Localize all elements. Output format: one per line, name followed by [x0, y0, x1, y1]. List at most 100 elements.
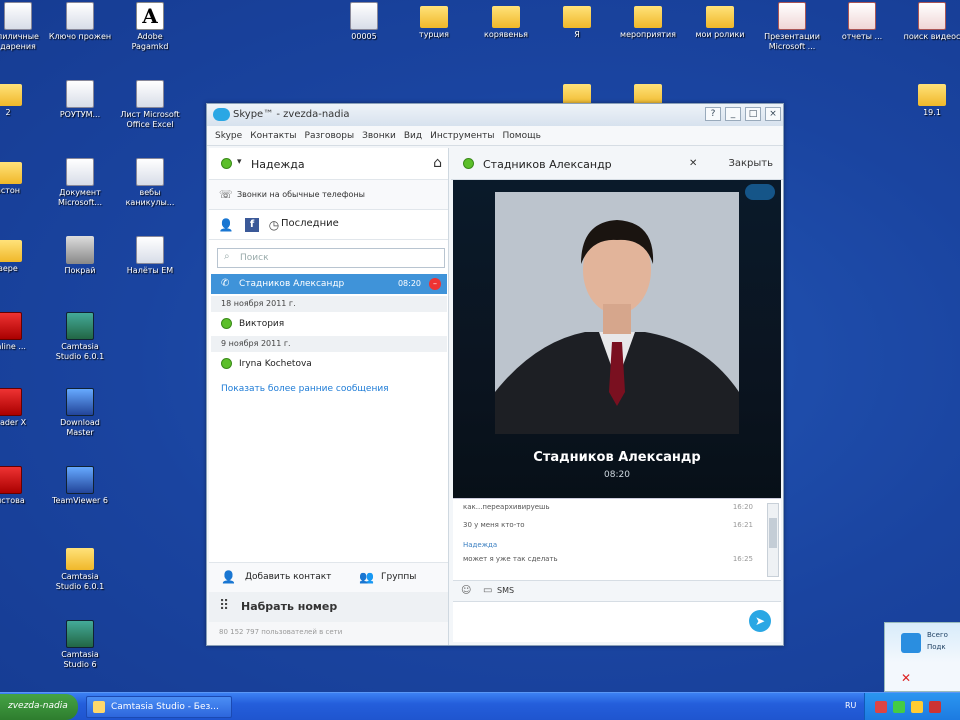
- camtasia-icon: [66, 620, 94, 648]
- search-input[interactable]: ⌕ Поиск: [217, 248, 445, 268]
- online-status-icon[interactable]: [221, 158, 232, 169]
- profile-bar[interactable]: ▾ Надежда ⌂: [209, 148, 448, 180]
- folder-icon: [0, 240, 22, 262]
- help-icon[interactable]: ?: [705, 107, 721, 121]
- desktop-icon-17[interactable]: астон: [0, 158, 40, 196]
- contacts-tab-icon[interactable]: 👤: [217, 216, 235, 234]
- scrollbar-thumb[interactable]: [769, 518, 777, 548]
- document-icon: [66, 2, 94, 30]
- skype-logo-icon: [745, 184, 775, 200]
- document-icon: [4, 2, 32, 30]
- skype-window: Skype™ - zvezda-nadia ? _ □ × Skype Конта…: [206, 103, 784, 646]
- desktop-icon-18[interactable]: Документ Microsoft...: [48, 158, 112, 208]
- chat-scrollbar[interactable]: [767, 503, 779, 577]
- facebook-tab-icon[interactable]: f: [245, 218, 259, 232]
- pdf-reader-icon: [0, 388, 22, 416]
- document-icon: [136, 236, 164, 264]
- document-icon: [66, 80, 94, 108]
- tray-icon[interactable]: [875, 701, 887, 713]
- tray-icon[interactable]: [929, 701, 941, 713]
- desktop-icon-29[interactable]: Camtasia Studio 6.0.1: [48, 544, 112, 592]
- desktop-icon-15[interactable]: Лист Microsoft Office Excel: [118, 80, 182, 130]
- desktop-icon-26[interactable]: Download Master: [48, 388, 112, 438]
- dial-number-label: Набрать номер: [241, 600, 338, 613]
- desktop-icon-4[interactable]: 00005: [332, 2, 396, 42]
- document-icon: [136, 158, 164, 186]
- desktop-icon-22[interactable]: Налёты ЕМ: [118, 236, 182, 276]
- conversation-item[interactable]: Iryna Kochetova: [211, 354, 447, 374]
- desktop-icon-10[interactable]: Презентации Microsoft ...: [760, 2, 824, 52]
- desktop-icon-24[interactable]: Camtasia Studio 6.0.1: [48, 312, 112, 362]
- menu-skype[interactable]: Skype: [215, 126, 242, 146]
- desktop-icon-23[interactable]: Online ...: [0, 312, 40, 352]
- desktop-icon-27[interactable]: алстова: [0, 466, 40, 506]
- menu-tools[interactable]: Инструменты: [430, 126, 494, 146]
- conversation-item[interactable]: Виктория: [211, 314, 447, 334]
- desktop-icon-20[interactable]: вере: [0, 236, 40, 274]
- teamviewer-notification[interactable]: Всего Подк ✕: [884, 622, 960, 692]
- chevron-down-icon[interactable]: ▾: [237, 157, 242, 167]
- groups-button[interactable]: Группы: [381, 572, 416, 582]
- desktop-icon-7[interactable]: Я: [545, 2, 609, 40]
- taskbar-item-camtasia[interactable]: Camtasia Studio - Без...: [86, 696, 232, 718]
- online-status-icon: [463, 158, 474, 169]
- home-icon[interactable]: ⌂: [433, 155, 442, 171]
- menu-conversations[interactable]: Разговоры: [305, 126, 355, 146]
- contacts-pane: ▾ Надежда ⌂ ☏ Звонки на обычные телефоны…: [209, 148, 449, 645]
- close-window-button[interactable]: ×: [765, 107, 781, 121]
- menu-contacts[interactable]: Контакты: [250, 126, 296, 146]
- desktop-icon-19[interactable]: вебы каникулы...: [118, 158, 182, 208]
- minimize-button[interactable]: _: [725, 107, 741, 121]
- menu-help[interactable]: Помощь: [503, 126, 541, 146]
- desktop-icon-1[interactable]: пиличные дарения: [0, 2, 50, 52]
- maximize-button[interactable]: □: [745, 107, 761, 121]
- desktop-icon-12[interactable]: поиск видеос: [900, 2, 960, 42]
- document-icon: [350, 2, 378, 30]
- tab-recent[interactable]: Последние: [281, 218, 339, 229]
- profile-name: Надежда: [251, 158, 305, 171]
- desktop-icon-13[interactable]: 2: [0, 80, 40, 118]
- show-earlier-messages-link[interactable]: Показать более ранние сообщения: [221, 384, 389, 394]
- desktop-icon-21[interactable]: Покрай: [48, 236, 112, 276]
- skype-logo-icon: [213, 108, 230, 121]
- desktop-icon-16[interactable]: 19.1: [900, 80, 960, 118]
- dial-number-button[interactable]: ⠿ Набрать номер: [209, 592, 448, 622]
- chat-author: Надежда: [463, 541, 498, 549]
- tray-icon[interactable]: [893, 701, 905, 713]
- pdf-icon: [0, 466, 22, 494]
- send-icon[interactable]: ➤: [749, 610, 771, 632]
- sms-icon: ▭: [483, 585, 493, 596]
- start-button[interactable]: zvezda-nadia: [0, 694, 78, 720]
- close-icon[interactable]: ✕: [901, 671, 911, 685]
- tray-icon[interactable]: [911, 701, 923, 713]
- window-titlebar[interactable]: Skype™ - zvezda-nadia ? _ □ ×: [207, 104, 783, 126]
- message-input[interactable]: ➤: [453, 602, 781, 642]
- desktop-icon-25[interactable]: Reader X: [0, 388, 40, 428]
- conversation-contact-name[interactable]: Стадников Александр: [483, 158, 612, 171]
- desktop-icon-30[interactable]: Camtasia Studio 6: [48, 620, 112, 670]
- sms-button[interactable]: SMS: [497, 586, 514, 595]
- conversation-pane: Стадников Александр ✕ Закрыть Стадников …: [451, 148, 783, 645]
- desktop-icon-8[interactable]: мероприятия: [616, 2, 680, 40]
- desktop-icon-2[interactable]: Ключо прожен: [48, 2, 112, 42]
- desktop-icon-6[interactable]: корявенья: [474, 2, 538, 40]
- add-contact-button[interactable]: Добавить контакт: [245, 572, 331, 582]
- menu-calls[interactable]: Звонки: [362, 126, 396, 146]
- desktop-icon-5[interactable]: турция: [402, 2, 466, 40]
- presentation-icon: [778, 2, 806, 30]
- dialpad-icon: ⠿: [219, 598, 229, 614]
- desktop-icon-11[interactable]: отчеты ...: [830, 2, 894, 42]
- emoticon-icon[interactable]: ☺: [461, 585, 471, 596]
- desktop-icon-9[interactable]: мои ролики: [688, 2, 752, 40]
- call-phones-button[interactable]: ☏ Звонки на обычные телефоны: [209, 180, 448, 210]
- notification-header: [885, 623, 960, 663]
- menu-view[interactable]: Вид: [404, 126, 422, 146]
- close-conversation-button[interactable]: Закрыть: [728, 158, 773, 169]
- close-icon[interactable]: ✕: [689, 158, 697, 169]
- chat-history: как...переархивируешь 16:20 30 у меня кто…: [453, 498, 781, 580]
- desktop-icon-28[interactable]: TeamViewer 6: [48, 466, 112, 506]
- conversation-item[interactable]: ✆ Стадников Александр 08:20 –: [211, 274, 447, 294]
- language-indicator[interactable]: RU: [845, 701, 856, 710]
- desktop-icon-14[interactable]: РОУТУМ...: [48, 80, 112, 120]
- desktop-icon-3[interactable]: A Adobe Pagamkd: [118, 2, 182, 52]
